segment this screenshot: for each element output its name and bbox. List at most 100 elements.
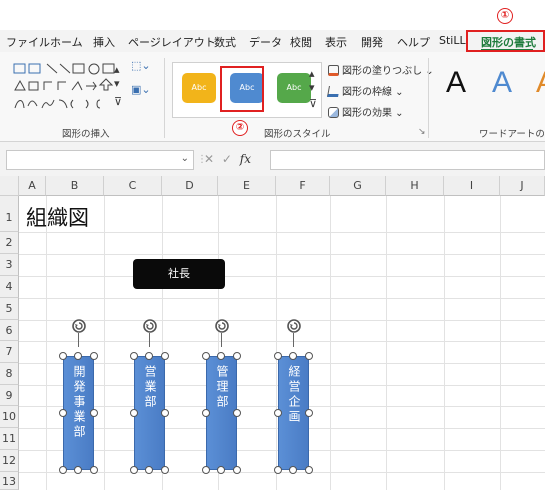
column-header-b[interactable]: B <box>46 176 104 196</box>
select-all-corner[interactable] <box>0 176 19 196</box>
resize-handle[interactable] <box>59 409 67 417</box>
tab-still[interactable]: StiLL <box>439 34 466 47</box>
tab-home[interactable]: ホーム <box>50 34 83 50</box>
tab-review[interactable]: 校閲 <box>290 34 312 50</box>
rotate-handle-icon[interactable] <box>142 318 158 334</box>
column-header-f[interactable]: F <box>276 176 330 196</box>
resize-handle[interactable] <box>274 466 282 474</box>
row-header-6[interactable]: 6 <box>0 320 19 341</box>
resize-handle[interactable] <box>305 352 313 360</box>
row-header-7[interactable]: 7 <box>0 341 19 363</box>
text-box-icon[interactable]: ▣⌄ <box>131 84 151 96</box>
resize-handle[interactable] <box>202 409 210 417</box>
formula-input[interactable] <box>270 150 545 170</box>
resize-handle[interactable] <box>289 352 297 360</box>
resize-handle[interactable] <box>233 352 241 360</box>
column-header-h[interactable]: H <box>386 176 444 196</box>
column-header-a[interactable]: A <box>19 176 46 196</box>
row-header-9[interactable]: 9 <box>0 385 19 406</box>
formula-buttons: ✕ ✓ fx <box>204 152 251 166</box>
shape-effects-button[interactable]: 図形の効果 ⌄ <box>328 104 404 119</box>
column-header-i[interactable]: I <box>444 176 500 196</box>
resize-handle[interactable] <box>90 409 98 417</box>
shape-outline-button[interactable]: 図形の枠線 ⌄ <box>327 83 404 98</box>
row-header-5[interactable]: 5 <box>0 298 19 320</box>
row-header-3[interactable]: 3 <box>0 254 19 276</box>
name-box[interactable]: ⌄ <box>6 150 194 170</box>
scroll-up-icon[interactable]: ▴ <box>114 64 120 76</box>
resize-handle[interactable] <box>217 352 225 360</box>
wordart-style-blue[interactable]: A <box>492 66 512 100</box>
tab-formulas[interactable]: 数式 <box>214 34 236 50</box>
row-header-10[interactable]: 10 <box>0 406 19 428</box>
confirm-icon[interactable]: ✓ <box>222 152 232 166</box>
wordart-style-black[interactable]: A <box>446 66 466 100</box>
gallery-more-icon[interactable]: ⊽ <box>114 96 122 108</box>
row-header-13[interactable]: 13 <box>0 472 19 490</box>
tab-view[interactable]: 表示 <box>325 34 347 50</box>
cancel-icon[interactable]: ✕ <box>204 152 214 166</box>
ceo-box[interactable]: 社長 <box>133 259 225 289</box>
row-header-4[interactable]: 4 <box>0 276 19 298</box>
style-scroll-down-icon[interactable]: ▾ <box>309 82 315 94</box>
resize-handle[interactable] <box>233 409 241 417</box>
column-header-d[interactable]: D <box>162 176 218 196</box>
resize-handle[interactable] <box>289 466 297 474</box>
resize-handle[interactable] <box>274 352 282 360</box>
insert-function-icon[interactable]: fx <box>240 152 251 166</box>
rotate-handle-icon[interactable] <box>214 318 230 334</box>
resize-handle[interactable] <box>90 352 98 360</box>
tab-file[interactable]: ファイル <box>6 34 50 50</box>
column-header-g[interactable]: G <box>330 176 386 196</box>
ribbon-tab-bar: ファイル ホーム 挿入 ページレイアウト 数式 データ 校閲 表示 開発 ヘルプ… <box>0 30 545 52</box>
resize-handle[interactable] <box>202 466 210 474</box>
resize-handle[interactable] <box>145 466 153 474</box>
edit-shape-icon[interactable]: ⬚⌄ <box>131 60 151 72</box>
style-swatch-orange[interactable]: Abc <box>182 73 216 103</box>
resize-handle[interactable] <box>74 466 82 474</box>
resize-handle[interactable] <box>217 466 225 474</box>
tab-data[interactable]: データ <box>249 34 282 50</box>
resize-handle[interactable] <box>274 409 282 417</box>
resize-handle[interactable] <box>130 409 138 417</box>
resize-handle[interactable] <box>130 352 138 360</box>
column-header-c[interactable]: C <box>104 176 162 196</box>
row-header-1[interactable]: 1 <box>0 196 19 232</box>
rotate-handle-icon[interactable] <box>286 318 302 334</box>
name-box-dropdown-icon[interactable]: ⌄ <box>181 153 189 164</box>
resize-handle[interactable] <box>130 466 138 474</box>
resize-handle[interactable] <box>305 466 313 474</box>
resize-handle[interactable] <box>233 466 241 474</box>
column-header-j[interactable]: J <box>500 176 545 196</box>
row-header-12[interactable]: 12 <box>0 450 19 472</box>
resize-handle[interactable] <box>74 352 82 360</box>
scroll-down-icon[interactable]: ▾ <box>114 78 120 90</box>
dialog-launcher-icon[interactable]: ↘ <box>418 126 426 138</box>
tab-insert[interactable]: 挿入 <box>93 34 115 50</box>
style-swatch-green[interactable]: Abc <box>277 73 311 103</box>
style-scroll-up-icon[interactable]: ▴ <box>309 68 315 80</box>
row-header-11[interactable]: 11 <box>0 428 19 450</box>
row-header-2[interactable]: 2 <box>0 232 19 254</box>
resize-handle[interactable] <box>202 352 210 360</box>
resize-handle[interactable] <box>145 352 153 360</box>
resize-handle[interactable] <box>161 409 169 417</box>
resize-handle[interactable] <box>59 466 67 474</box>
shape-gallery[interactable] <box>12 62 124 114</box>
annotation-step-2: ② <box>232 120 248 136</box>
resize-handle[interactable] <box>161 352 169 360</box>
resize-handle[interactable] <box>161 466 169 474</box>
style-more-icon[interactable]: ⊽ <box>309 98 317 110</box>
tab-help[interactable]: ヘルプ <box>397 34 430 50</box>
row-header-8[interactable]: 8 <box>0 363 19 385</box>
tab-developer[interactable]: 開発 <box>361 34 383 50</box>
shape-fill-button[interactable]: 図形の塗りつぶし ⌄ <box>328 62 434 77</box>
resize-handle[interactable] <box>90 466 98 474</box>
resize-handle[interactable] <box>305 409 313 417</box>
rotate-handle-icon[interactable] <box>71 318 87 334</box>
column-header-e[interactable]: E <box>218 176 276 196</box>
resize-handle[interactable] <box>59 352 67 360</box>
rotation-stem <box>293 333 294 347</box>
wordart-style-orange[interactable]: A <box>536 66 545 100</box>
tab-page-layout[interactable]: ページレイアウト <box>128 34 216 50</box>
